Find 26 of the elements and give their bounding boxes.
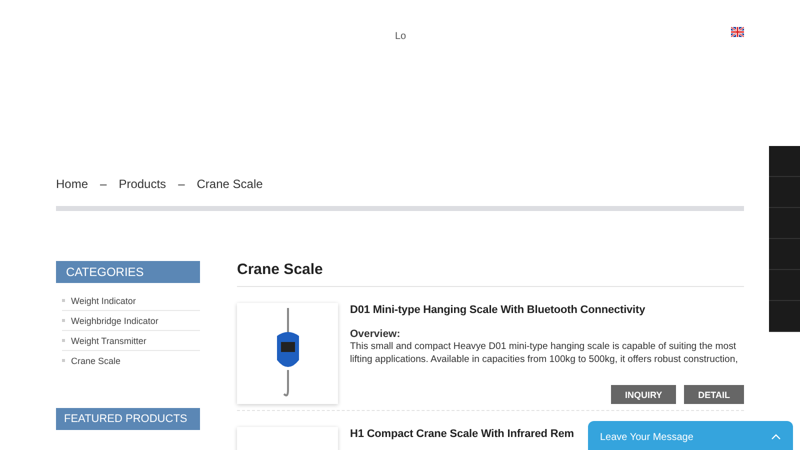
product-action-button[interactable]: INQUIRY: [610, 385, 676, 404]
overview-label: Overview:: [350, 328, 402, 340]
product-description: This small and compact Heavye D01 mini-type hanging scale is capable of suiting the most lifting applications. Available in capacities from 100kg to 500kg, it offers robust construction,: [350, 340, 739, 366]
featured-products-heading: FEATURED PRODUCTS: [56, 408, 200, 430]
breadcrumb-link[interactable]: Products: [118, 177, 166, 191]
breadcrumb-separator: –: [100, 177, 107, 191]
breadcrumb-separator: –: [178, 177, 185, 191]
product-title[interactable]: D01 Mini-type Hanging Scale With Bluetooth Connectivity: [350, 304, 646, 316]
breadcrumb-link[interactable]: Home: [56, 177, 88, 191]
side-tab[interactable]: [769, 208, 800, 239]
categories-heading: CATEGORIES: [56, 261, 200, 283]
logo-text[interactable]: Lo: [395, 31, 406, 42]
side-tab[interactable]: [769, 239, 800, 270]
side-tab[interactable]: [769, 270, 800, 301]
category-link[interactable]: Weight Transmitter: [62, 331, 200, 351]
page-title: Crane Scale: [237, 261, 744, 287]
product-action-button[interactable]: DETAIL: [684, 385, 744, 404]
uk-flag-icon[interactable]: [731, 27, 744, 37]
side-tab[interactable]: [769, 146, 800, 177]
category-link[interactable]: Weight Indicator: [62, 291, 200, 311]
side-tab[interactable]: [769, 301, 800, 332]
category-link[interactable]: Crane Scale: [62, 351, 200, 370]
product-title[interactable]: H1 Compact Crane Scale With Infrared Rem: [350, 428, 574, 440]
side-tab[interactable]: [769, 177, 800, 208]
category-link[interactable]: Weighbridge Indicator: [62, 311, 200, 331]
breadcrumb-link[interactable]: Crane Scale: [196, 177, 263, 191]
